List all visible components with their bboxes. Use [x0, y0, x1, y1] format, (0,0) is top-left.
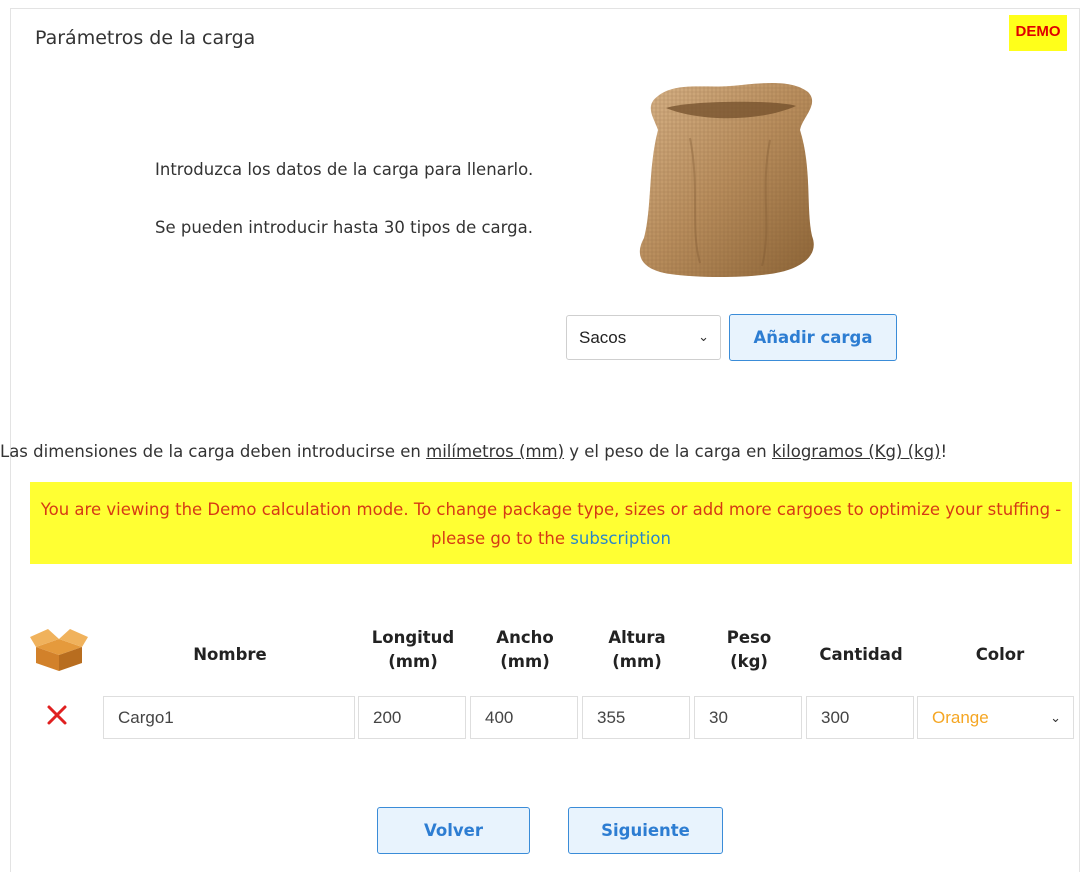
header-color: Color — [975, 645, 1025, 664]
cargo-name-input[interactable]: Cargo1 — [103, 696, 355, 739]
cargo-length-input[interactable]: 200 — [358, 696, 466, 739]
header-quantity: Cantidad — [819, 645, 903, 664]
header-height: Altura (mm) — [608, 628, 666, 671]
units-note: Las dimensiones de la carga deben introd… — [0, 442, 948, 461]
chevron-down-icon: ⌄ — [698, 329, 709, 344]
next-button[interactable]: Siguiente — [568, 807, 723, 854]
intro-text: Introduzca los datos de la carga para ll… — [155, 155, 535, 271]
header-weight: Peso (kg) — [726, 628, 772, 671]
cargo-width-input[interactable]: 400 — [470, 696, 578, 739]
add-cargo-button[interactable]: Añadir carga — [729, 314, 897, 361]
open-box-icon — [30, 629, 88, 671]
close-icon[interactable] — [46, 704, 68, 726]
cargo-color-select[interactable]: Orange ⌄ — [917, 696, 1074, 739]
header-name: Nombre — [193, 645, 267, 664]
demo-notice-text: You are viewing the Demo calculation mod… — [40, 500, 1062, 548]
demo-notice: You are viewing the Demo calculation mod… — [30, 482, 1072, 564]
cargo-parameters-panel — [10, 8, 1080, 872]
header-length: Longitud (mm) — [371, 628, 455, 671]
chevron-down-icon: ⌄ — [1050, 710, 1061, 725]
cargo-type-value: Sacos — [579, 327, 627, 347]
subscription-link[interactable]: subscription — [570, 529, 671, 548]
panel-title: Parámetros de la carga — [35, 27, 256, 49]
cargo-height-input[interactable]: 355 — [582, 696, 690, 739]
demo-badge: DEMO — [1009, 15, 1067, 51]
cargo-quantity-input[interactable]: 300 — [806, 696, 914, 739]
sack-image — [639, 83, 814, 277]
header-width: Ancho (mm) — [496, 628, 554, 671]
back-button[interactable]: Volver — [377, 807, 530, 854]
weight-unit-link[interactable]: kilogramos (Kg) (kg) — [772, 442, 941, 461]
cargo-color-value: Orange — [932, 707, 989, 727]
length-unit-link[interactable]: milímetros (mm) — [426, 442, 564, 461]
intro-line-1: Introduzca los datos de la carga para ll… — [155, 160, 534, 179]
cargo-weight-input[interactable]: 30 — [694, 696, 802, 739]
cargo-type-select[interactable]: Sacos ⌄ — [566, 315, 721, 360]
intro-line-2: Se pueden introducir hasta 30 tipos de c… — [155, 218, 533, 237]
